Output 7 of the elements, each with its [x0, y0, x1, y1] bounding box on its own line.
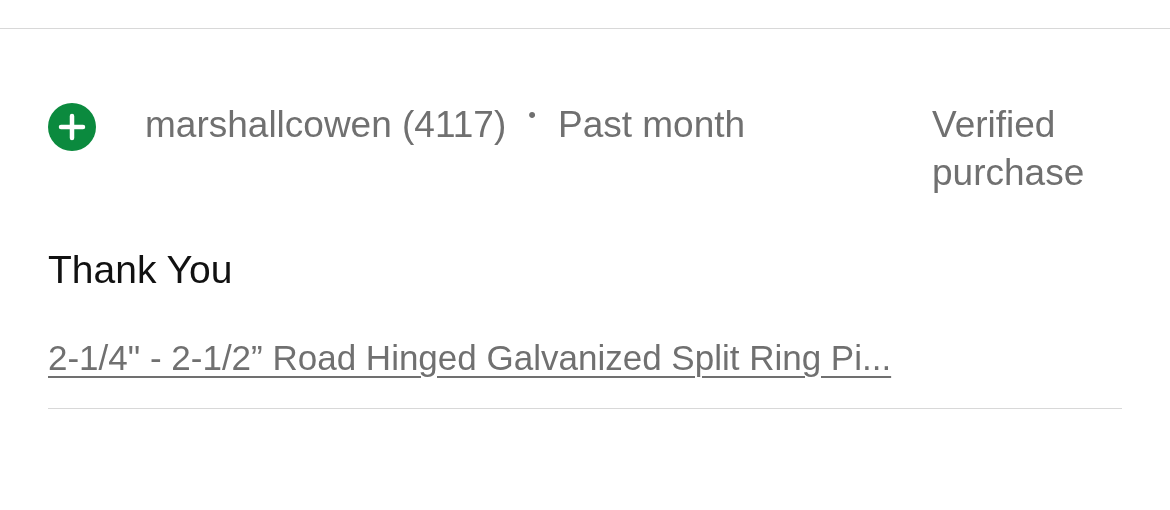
reviewer-name: marshallcowen (4117)	[145, 103, 507, 147]
item-link[interactable]: 2-1/4" - 2-1/2” Road Hinged Galvanized Split Ring Pi...	[48, 331, 892, 385]
separator-dot: •	[528, 101, 536, 129]
plus-icon[interactable]	[48, 103, 96, 151]
verified-purchase-label: Verified purchase	[932, 103, 1086, 196]
review-date: Past month	[557, 103, 746, 147]
review-title: Thank You	[48, 247, 234, 294]
